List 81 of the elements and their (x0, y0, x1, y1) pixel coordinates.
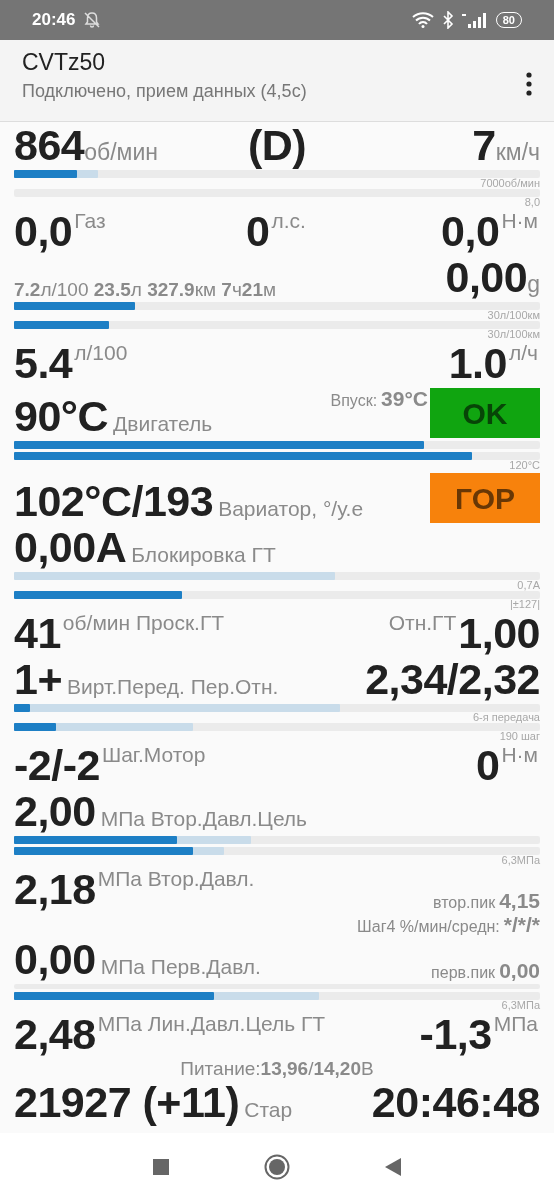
reading-value: (D) (247, 124, 307, 167)
scale-label: 190 шаг (498, 731, 540, 742)
unit-label: g (527, 273, 540, 296)
summary-text: Питание:13,96/14,20В (180, 1059, 374, 1078)
secondary-value: 0,00 (499, 960, 540, 981)
reading-value: 90°C (14, 395, 109, 438)
reading-value: -1,3 (419, 1013, 492, 1056)
reading-value: 0,00A (14, 526, 127, 569)
scale-label: 30л/100км (486, 310, 540, 321)
wifi-icon (411, 12, 434, 28)
signal-icon (461, 12, 488, 28)
reading-value: 2,18 (14, 868, 96, 911)
reading-value: 0 (246, 210, 270, 253)
reading-value: 20:46:48 (371, 1081, 540, 1124)
scale-label: 6,3МПа (500, 1000, 540, 1011)
summary-text: 7.2л/100 23.5л 327.9км 7ч21м (14, 280, 277, 299)
reading-value: -2/-2 (14, 744, 100, 787)
reading-value: 2,00 (14, 790, 96, 833)
unit-label: об/мин (84, 141, 158, 164)
bluetooth-icon (441, 11, 454, 29)
secondary-value: */*/* (503, 914, 540, 935)
unit-label: Газ (74, 210, 106, 231)
reading-value: 7 (472, 124, 496, 167)
scale-label: |±127| (508, 599, 540, 610)
secondary-value: 39°C (381, 388, 428, 409)
unit-label: л.с. (271, 210, 306, 231)
status-badge: ГОР (430, 473, 540, 523)
reading-value: 21927 (+11) (14, 1081, 240, 1124)
unit-label: л/ч (508, 342, 538, 363)
unit-label: МПа Лин.Давл.Цель ГТ (97, 1013, 326, 1034)
unit-label: км/ч (495, 141, 540, 164)
recents-icon[interactable] (153, 1158, 169, 1175)
app-title: CVTz50 (22, 48, 107, 77)
unit-label: Шаг.Мотор (101, 744, 206, 765)
status-badge: OK (430, 388, 540, 438)
home-icon[interactable] (264, 1153, 290, 1180)
scale-label: 7000об/мин (479, 178, 540, 189)
parameter-label: Вариатор, °/у.е (218, 498, 364, 519)
parameter-label: втор.пик (433, 895, 496, 911)
unit-label: МПа Втор.Давл. (97, 868, 255, 889)
unit-label: Н·м (501, 744, 538, 765)
parameter-label: Впуск: (330, 393, 378, 409)
parameter-label: МПа Втор.Давл.Цель (100, 808, 308, 829)
parameter-label: Шаг4 %/мин/средн: (357, 919, 500, 935)
scale-label: 120°C (508, 460, 540, 471)
reading-value: 102°C/193 (14, 480, 214, 523)
reading-value: 1.0 (448, 342, 507, 385)
parameter-label: перв.пик (431, 965, 496, 981)
scale-label: 8,0 (523, 197, 540, 208)
parameter-label: Блокировка ГТ (131, 544, 276, 565)
reading-value: 0,0 (14, 210, 73, 253)
unit-label: МПа (493, 1013, 538, 1034)
scale-label: 6-я передача (472, 712, 540, 723)
parameter-label: МПа Перв.Давл. (100, 956, 261, 977)
reading-value: 5.4 (14, 342, 73, 385)
bell-off-icon (83, 11, 102, 29)
secondary-value: 4,15 (499, 890, 540, 911)
unit-label: Н·м (501, 210, 538, 231)
scale-label: 0,7A (516, 580, 540, 591)
parameter-label: Вирт.Перед. Пер.Отн. (67, 676, 279, 697)
connection-status: Подключено, прием данных (4,5с) (22, 79, 307, 103)
reading-value: 41 (14, 612, 61, 655)
reading-value: 0 (475, 744, 500, 787)
reading-value: 1+ (14, 658, 63, 701)
parameter-label: Стар (244, 1099, 293, 1120)
reading-value: 0,0 (441, 210, 500, 253)
reading-value: 2,48 (14, 1013, 96, 1056)
reading-value: 1,00 (458, 612, 540, 655)
reading-value: 864 (14, 124, 85, 167)
unit-label: л/100 (74, 342, 128, 363)
reading-value: 0,00 (445, 256, 528, 299)
unit-label: об/мин Проск.ГТ (62, 612, 225, 633)
clock-time: 20:46 (32, 9, 76, 32)
reading-value: 0,00 (14, 938, 96, 981)
scale-label: 30л/100км (486, 329, 540, 340)
reading-value: 2,34/2,32 (365, 658, 540, 701)
parameter-label: Двигатель (113, 413, 213, 434)
unit-label: Отн.ГТ (388, 612, 457, 633)
menu-icon[interactable] (526, 72, 532, 96)
scale-label: 6,3МПа (500, 855, 540, 866)
back-icon[interactable] (385, 1157, 401, 1176)
